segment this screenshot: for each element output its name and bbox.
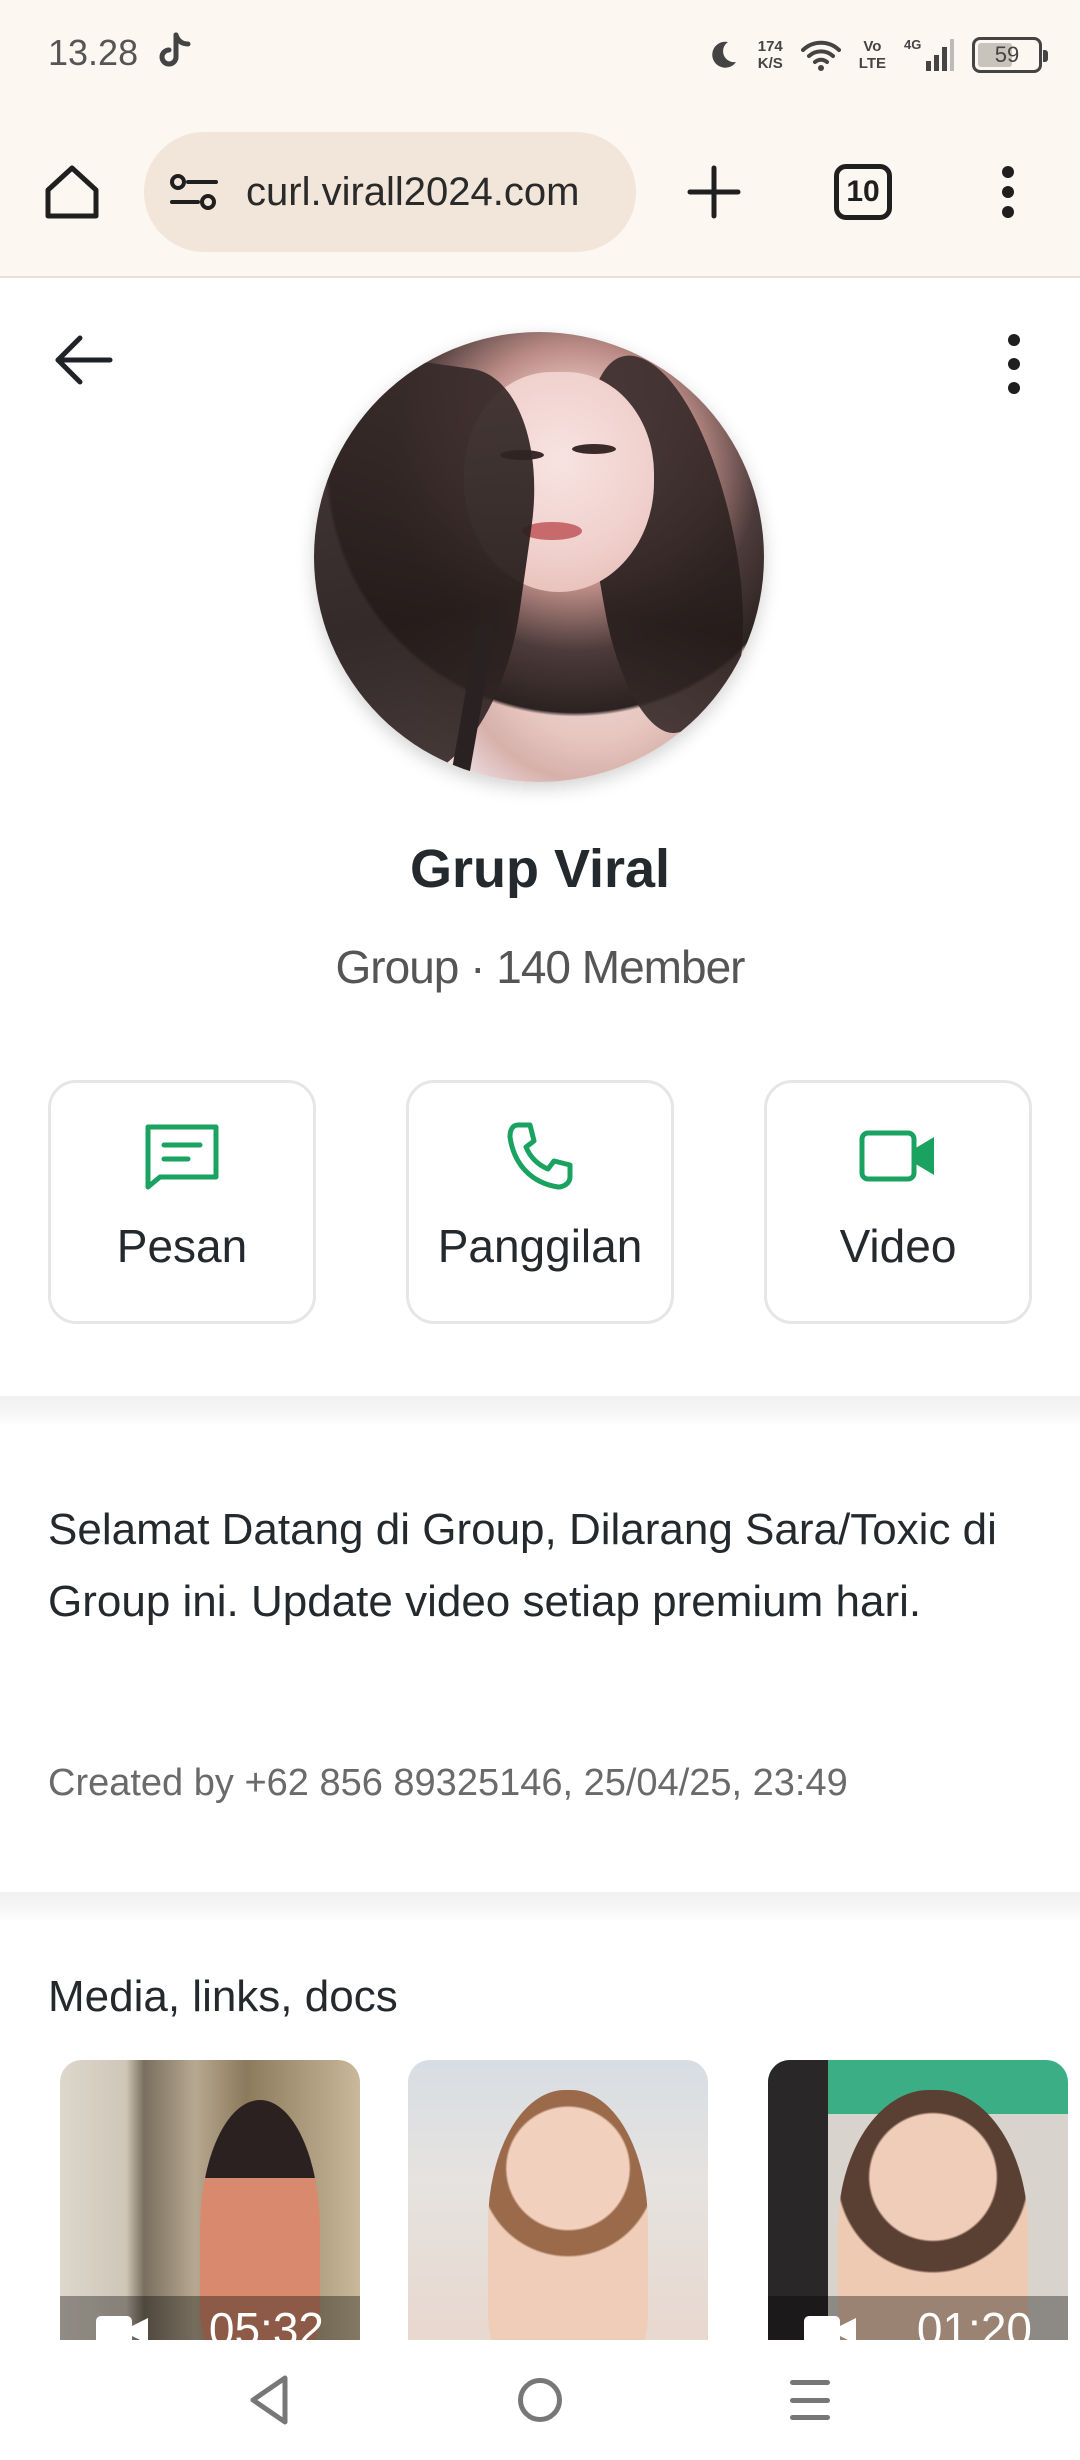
nav-recent-apps-icon[interactable]: [790, 2380, 830, 2420]
video-icon: [859, 1130, 934, 1182]
tab-switcher-button[interactable]: 10: [834, 164, 892, 220]
media-thumbnail[interactable]: 01:20: [768, 2060, 1068, 2340]
browser-toolbar: curl.virall2024.com 10: [0, 112, 1080, 278]
back-arrow-icon[interactable]: [50, 330, 116, 390]
group-meta: Group · 140 Member: [335, 941, 746, 993]
status-icons: 174 K/S Vo LTE 4G 59: [706, 30, 1048, 80]
media-thumbnail[interactable]: 05:32: [60, 2060, 360, 2340]
network-speed: 174 K/S: [757, 38, 783, 72]
media-section-title: Media, links, docs: [48, 1972, 398, 2021]
media-thumbnail[interactable]: [408, 2060, 708, 2340]
video-camera-icon: [96, 2316, 148, 2340]
group-avatar[interactable]: [314, 332, 764, 782]
video-overlay: 01:20: [768, 2296, 1068, 2340]
created-info: Created by +62 856 89325146, 25/04/25, 2…: [48, 1762, 848, 1804]
call-label: Panggilan: [437, 1220, 643, 1272]
video-call-button[interactable]: Video: [764, 1080, 1032, 1324]
call-button[interactable]: Panggilan: [406, 1080, 674, 1324]
video-duration: 05:32: [208, 2303, 324, 2340]
phone-icon: [507, 1122, 573, 1190]
tiktok-icon: [159, 32, 191, 67]
svg-text:4G: 4G: [904, 37, 921, 52]
section-divider: [0, 1396, 1080, 1426]
battery-icon: 59: [972, 37, 1048, 73]
new-tab-icon[interactable]: [686, 164, 742, 220]
more-options-icon[interactable]: [1002, 334, 1026, 394]
media-row: 05:32 01:20: [0, 2060, 1080, 2340]
video-camera-icon: [804, 2316, 856, 2340]
action-buttons: Pesan Panggilan Video: [48, 1080, 1032, 1324]
wifi-icon: [800, 40, 841, 71]
video-duration: 01:20: [916, 2303, 1032, 2340]
browser-menu-icon[interactable]: [996, 166, 1020, 218]
message-icon: [145, 1124, 219, 1190]
message-button[interactable]: Pesan: [48, 1080, 316, 1324]
url-text[interactable]: curl.virall2024.com: [246, 170, 579, 215]
nav-back-icon[interactable]: [245, 2372, 293, 2428]
section-divider: [0, 1892, 1080, 1922]
video-overlay: 05:32: [60, 2296, 360, 2340]
group-name: Grup Viral: [409, 839, 671, 899]
nav-home-icon[interactable]: [518, 2378, 562, 2422]
volte-indicator: Vo LTE: [858, 38, 886, 72]
group-description: Selamat Datang di Group, Dilarang Sara/T…: [48, 1505, 997, 1626]
moon-icon: [711, 41, 736, 68]
system-nav-bar: [0, 2340, 1080, 2460]
address-bar[interactable]: curl.virall2024.com: [144, 132, 636, 252]
home-icon[interactable]: [40, 160, 104, 224]
status-bar: 13.28 174 K/S Vo LTE 4G 59: [0, 0, 1080, 112]
battery-level: 59: [994, 42, 1020, 67]
status-time: 13.28: [48, 32, 139, 73]
message-label: Pesan: [116, 1220, 248, 1272]
site-settings-icon[interactable]: [168, 172, 220, 212]
signal-icon: 4G: [904, 37, 954, 71]
video-label: Video: [839, 1220, 957, 1272]
